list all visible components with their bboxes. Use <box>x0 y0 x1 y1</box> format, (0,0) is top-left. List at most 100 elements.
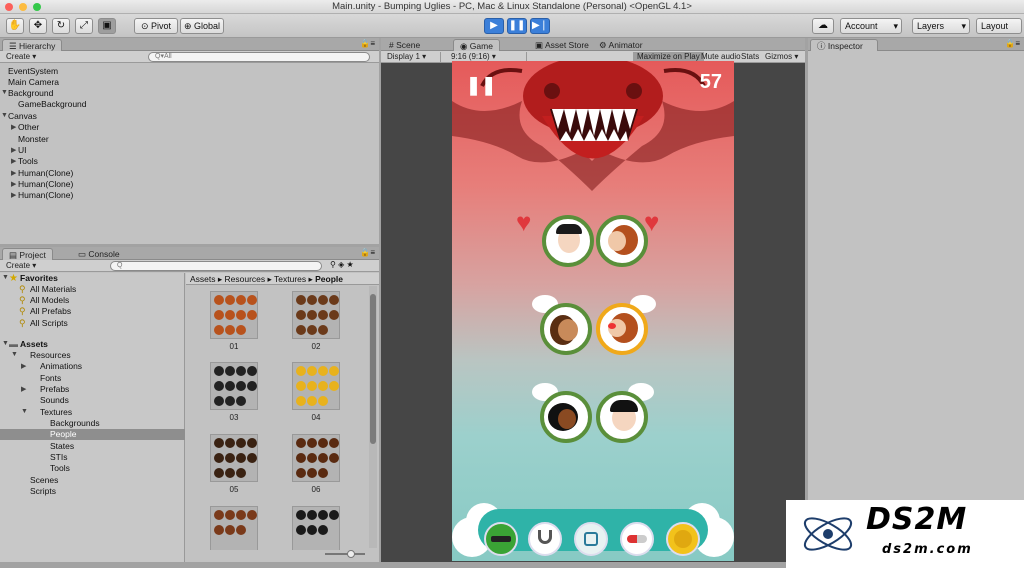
hierarchy-item[interactable]: Monster <box>18 134 49 145</box>
folder-item[interactable]: Sounds <box>40 395 69 406</box>
asset-thumbnail[interactable] <box>210 362 258 410</box>
folder-item[interactable]: Textures <box>40 407 72 418</box>
expand-arrow-icon[interactable]: ▼ <box>1 112 8 119</box>
human-character[interactable] <box>596 391 648 443</box>
asset-thumbnail[interactable] <box>292 506 340 550</box>
hierarchy-item[interactable]: Main Camera <box>8 77 59 88</box>
display-dropdown[interactable]: Display 1 ▾ <box>383 52 441 62</box>
expand-arrow-icon[interactable]: ▼ <box>11 351 18 358</box>
collapse-arrow-icon[interactable]: ▶ <box>21 385 26 393</box>
scale-tool-icon[interactable]: ⤢ <box>75 18 93 34</box>
collapse-arrow-icon[interactable]: ▶ <box>11 180 16 188</box>
hierarchy-item[interactable]: Human(Clone) <box>18 168 73 179</box>
collapse-arrow-icon[interactable]: ▶ <box>21 362 26 370</box>
hierarchy-item[interactable]: Other <box>18 122 39 133</box>
step-button[interactable]: ▶❘ <box>530 18 550 34</box>
project-search-input[interactable]: Q <box>110 261 322 271</box>
tab-scene[interactable]: # Scene <box>383 39 426 51</box>
hierarchy-item[interactable]: UI <box>18 145 27 156</box>
rect-tool-icon[interactable]: ▣ <box>98 18 116 34</box>
breadcrumb-item[interactable]: Textures <box>274 274 306 284</box>
asset-thumbnail[interactable] <box>210 506 258 550</box>
folder-item[interactable]: Prefabs <box>40 384 69 395</box>
layout-dropdown[interactable]: Layout <box>976 18 1022 34</box>
rotate-tool-icon[interactable]: ↻ <box>52 18 70 34</box>
folder-item[interactable]: Scripts <box>30 486 56 497</box>
breadcrumb-item[interactable]: Assets <box>190 274 216 284</box>
hierarchy-create-button[interactable]: Create ▾ <box>2 52 40 62</box>
expand-arrow-icon[interactable]: ▼ <box>1 89 8 96</box>
folder-item[interactable]: Backgrounds <box>50 418 100 429</box>
hierarchy-item[interactable]: Human(Clone) <box>18 190 73 201</box>
scrollbar-thumb[interactable] <box>370 294 376 444</box>
panel-menu-icon[interactable]: 🔒≡ <box>1005 39 1020 48</box>
coin-icon[interactable] <box>666 522 700 556</box>
asset-thumbnail[interactable] <box>292 291 340 339</box>
minimize-window-icon[interactable] <box>19 3 27 11</box>
global-button[interactable]: ⊕ Global <box>180 18 224 34</box>
close-window-icon[interactable] <box>5 3 13 11</box>
folder-item-selected[interactable]: People <box>50 429 76 440</box>
tab-asset-store[interactable]: ▣ Asset Store <box>529 39 595 51</box>
hierarchy-item[interactable]: GameBackground <box>18 99 87 110</box>
asset-grid-scrollbar[interactable] <box>369 286 377 548</box>
collapse-arrow-icon[interactable]: ▶ <box>11 157 16 165</box>
folder-item[interactable]: States <box>50 441 74 452</box>
slider-knob[interactable] <box>347 550 355 558</box>
pivot-button[interactable]: ⊙ Pivot <box>134 18 178 34</box>
hierarchy-item[interactable]: EventSystem <box>8 66 58 77</box>
tab-game[interactable]: ◉ Game <box>453 39 500 51</box>
zoom-window-icon[interactable] <box>33 3 41 11</box>
layers-dropdown[interactable]: Layers ▾ <box>912 18 970 34</box>
folder-item[interactable]: Tools <box>50 463 70 474</box>
account-dropdown[interactable]: Account ▾ <box>840 18 902 34</box>
favorite-item[interactable]: All Models <box>30 295 69 306</box>
tab-hierarchy[interactable]: ☰ Hierarchy <box>2 39 63 51</box>
asset-thumbnail[interactable] <box>292 434 340 482</box>
pill-icon[interactable] <box>620 522 654 556</box>
favorite-item[interactable]: All Materials <box>30 284 76 295</box>
breadcrumb-item[interactable]: Resources <box>225 274 266 284</box>
hierarchy-item[interactable]: Tools <box>18 156 38 167</box>
human-character-selected[interactable] <box>596 303 648 355</box>
hierarchy-item[interactable]: Background <box>8 88 53 99</box>
project-create-button[interactable]: Create ▾ <box>2 261 40 271</box>
folder-item[interactable]: STIs <box>50 452 67 463</box>
asset-thumbnail[interactable] <box>292 362 340 410</box>
stethoscope-icon[interactable] <box>528 522 562 556</box>
assets-label[interactable]: Assets <box>20 339 48 350</box>
expand-arrow-icon[interactable]: ▼ <box>2 340 9 347</box>
tab-console[interactable]: ▭ Console <box>72 248 126 260</box>
pause-icon[interactable]: ❚❚ <box>466 75 496 96</box>
folder-item[interactable]: Scenes <box>30 475 58 486</box>
human-character[interactable] <box>540 391 592 443</box>
soap-icon[interactable] <box>574 522 608 556</box>
filter-icons[interactable]: ⚲ ◈ ★ <box>330 260 354 269</box>
collapse-arrow-icon[interactable]: ▶ <box>11 146 16 154</box>
expand-arrow-icon[interactable]: ▼ <box>2 274 9 281</box>
collapse-arrow-icon[interactable]: ▶ <box>11 123 16 131</box>
tab-inspector[interactable]: ⓘ Inspector <box>810 39 878 51</box>
folder-item[interactable]: Fonts <box>40 373 61 384</box>
collapse-arrow-icon[interactable]: ▶ <box>11 191 16 199</box>
collapse-arrow-icon[interactable]: ▶ <box>11 169 16 177</box>
panel-menu-icon[interactable]: 🔒≡ <box>360 248 375 257</box>
pause-button[interactable]: ❚❚ <box>507 18 527 34</box>
expand-arrow-icon[interactable]: ▼ <box>21 408 28 415</box>
move-tool-icon[interactable]: ✥ <box>29 18 47 34</box>
human-character[interactable] <box>542 215 594 267</box>
play-button[interactable]: ▶ <box>484 18 504 34</box>
cloud-icon[interactable]: ☁ <box>812 18 834 34</box>
syringe-icon[interactable] <box>484 522 518 556</box>
hierarchy-item[interactable]: Canvas <box>8 111 37 122</box>
hierarchy-item[interactable]: Human(Clone) <box>18 179 73 190</box>
hand-tool-icon[interactable]: ✋ <box>6 18 24 34</box>
human-character[interactable] <box>596 215 648 267</box>
hierarchy-search-input[interactable]: Q▾All <box>148 52 370 62</box>
favorite-item[interactable]: All Prefabs <box>30 306 71 317</box>
thumbnail-size-slider[interactable] <box>325 550 365 558</box>
panel-menu-icon[interactable]: 🔒≡ <box>360 39 375 48</box>
asset-thumbnail[interactable] <box>210 291 258 339</box>
tab-project[interactable]: ▤ Project <box>2 248 53 260</box>
gizmos-dropdown[interactable]: Gizmos ▾ <box>761 52 802 62</box>
